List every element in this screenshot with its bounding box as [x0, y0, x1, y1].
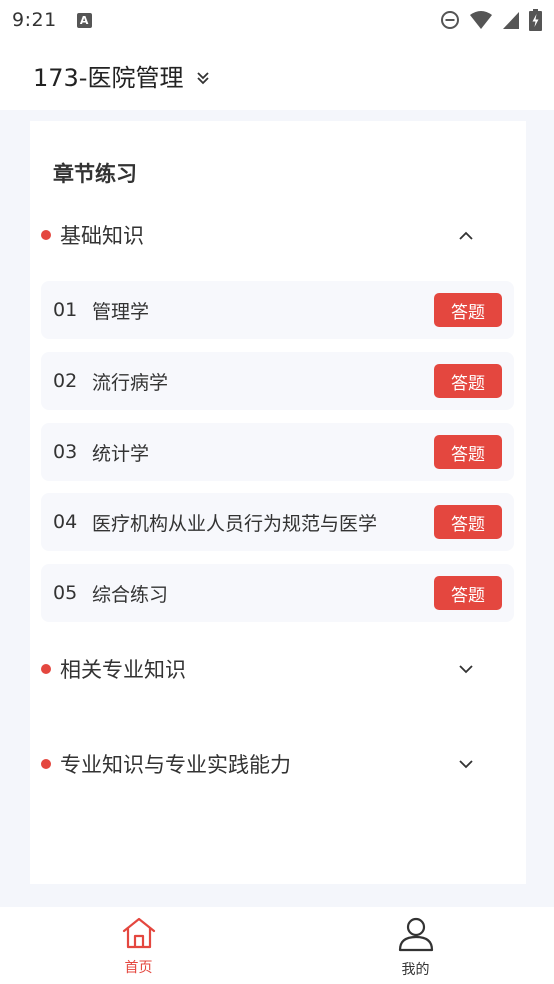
- section-header-basic-knowledge[interactable]: 基础知识: [41, 215, 515, 255]
- dnd-icon: [440, 10, 460, 30]
- user-icon[interactable]: [398, 916, 434, 956]
- card-title: 章节练习: [53, 162, 137, 186]
- chapter-name: 统计学: [92, 442, 150, 465]
- answer-button[interactable]: 答题: [434, 576, 502, 610]
- chapter-name: 医疗机构从业人员行为规范与医学: [92, 512, 378, 535]
- section-header-professional-practice[interactable]: 专业知识与专业实践能力: [41, 744, 515, 784]
- chapter-number: 02: [53, 370, 78, 392]
- chapter-row[interactable]: 02 流行病学 答题: [41, 352, 514, 410]
- chapter-name: 综合练习: [92, 583, 169, 606]
- answer-button[interactable]: 答题: [434, 505, 502, 539]
- battery-charging-icon: [529, 9, 542, 31]
- home-icon[interactable]: [121, 916, 157, 954]
- chapter-number: 03: [53, 441, 78, 463]
- chapter-practice-card: 章节练习 基础知识 01 管理学 答题 02 流行病学 答题 03 统计学 答题…: [30, 121, 526, 884]
- section-label: 专业知识与专业实践能力: [60, 753, 291, 777]
- answer-button[interactable]: 答题: [434, 293, 502, 327]
- section-bullet-dot: [41, 230, 51, 240]
- chapter-row[interactable]: 05 综合练习 答题: [41, 564, 514, 622]
- chapter-name: 流行病学: [92, 371, 169, 394]
- chapter-row[interactable]: 03 统计学 答题: [41, 423, 514, 481]
- nav-item-mine[interactable]: 我的: [277, 907, 554, 984]
- double-chevron-down-icon[interactable]: [195, 70, 211, 86]
- signal-icon: [502, 10, 520, 30]
- nav-item-home[interactable]: 首页: [0, 907, 277, 984]
- chapter-number: 01: [53, 299, 78, 321]
- chevron-down-icon[interactable]: [457, 663, 475, 675]
- chevron-down-icon[interactable]: [457, 758, 475, 770]
- status-bar: 9:21 A: [0, 0, 554, 40]
- section-bullet-dot: [41, 664, 51, 674]
- chapter-number: 05: [53, 582, 78, 604]
- nav-label-mine: 我的: [401, 962, 430, 978]
- app-notification-icon: A: [76, 12, 92, 28]
- section-label: 基础知识: [60, 224, 144, 248]
- chevron-up-icon[interactable]: [457, 229, 475, 241]
- answer-button[interactable]: 答题: [434, 364, 502, 398]
- section-label: 相关专业知识: [60, 658, 186, 682]
- chapter-row[interactable]: 04 医疗机构从业人员行为规范与医学 答题: [41, 493, 514, 551]
- chapter-row[interactable]: 01 管理学 答题: [41, 281, 514, 339]
- chapter-number: 04: [53, 511, 78, 533]
- chapter-name: 管理学: [92, 300, 150, 323]
- status-time: 9:21: [12, 9, 57, 31]
- bottom-navigation: 首页 我的: [0, 907, 554, 984]
- status-left: 9:21 A: [12, 9, 92, 31]
- nav-label-home: 首页: [124, 960, 153, 976]
- header: 173-医院管理: [0, 40, 554, 110]
- answer-button[interactable]: 答题: [434, 435, 502, 469]
- section-header-related-knowledge[interactable]: 相关专业知识: [41, 649, 515, 689]
- exam-title[interactable]: 173-医院管理: [33, 58, 183, 93]
- wifi-icon: [469, 10, 493, 30]
- section-bullet-dot: [41, 759, 51, 769]
- status-right: [440, 9, 542, 31]
